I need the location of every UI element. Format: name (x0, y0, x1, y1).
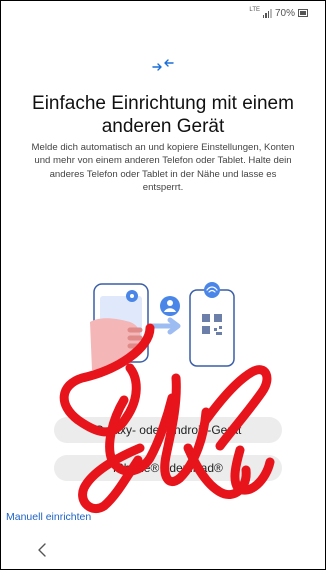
battery-icon (298, 9, 308, 17)
battery-percent: 70% (274, 7, 295, 19)
android-device-button[interactable]: Galaxy- oder Android-Gerät (54, 417, 282, 443)
chevron-left-icon[interactable] (36, 542, 48, 558)
page-title: Einfache Einrichtung mit einem anderen G… (32, 93, 294, 137)
transfer-arrow-icon (147, 317, 181, 335)
status-bar: LTE 70% (249, 6, 308, 20)
page-description: Melde dich automatisch an und kopiere Ei… (31, 142, 295, 194)
signal-icon (262, 8, 272, 18)
manual-setup-link[interactable]: Manuell einrichten (6, 511, 91, 523)
device-transfer-illustration (90, 282, 235, 370)
target-phone-icon (189, 289, 235, 367)
network-type-label: LTE (249, 7, 260, 13)
iphone-ipad-button[interactable]: iPhone® oder iPad® (54, 455, 282, 481)
transfer-arrows-icon (152, 59, 174, 71)
